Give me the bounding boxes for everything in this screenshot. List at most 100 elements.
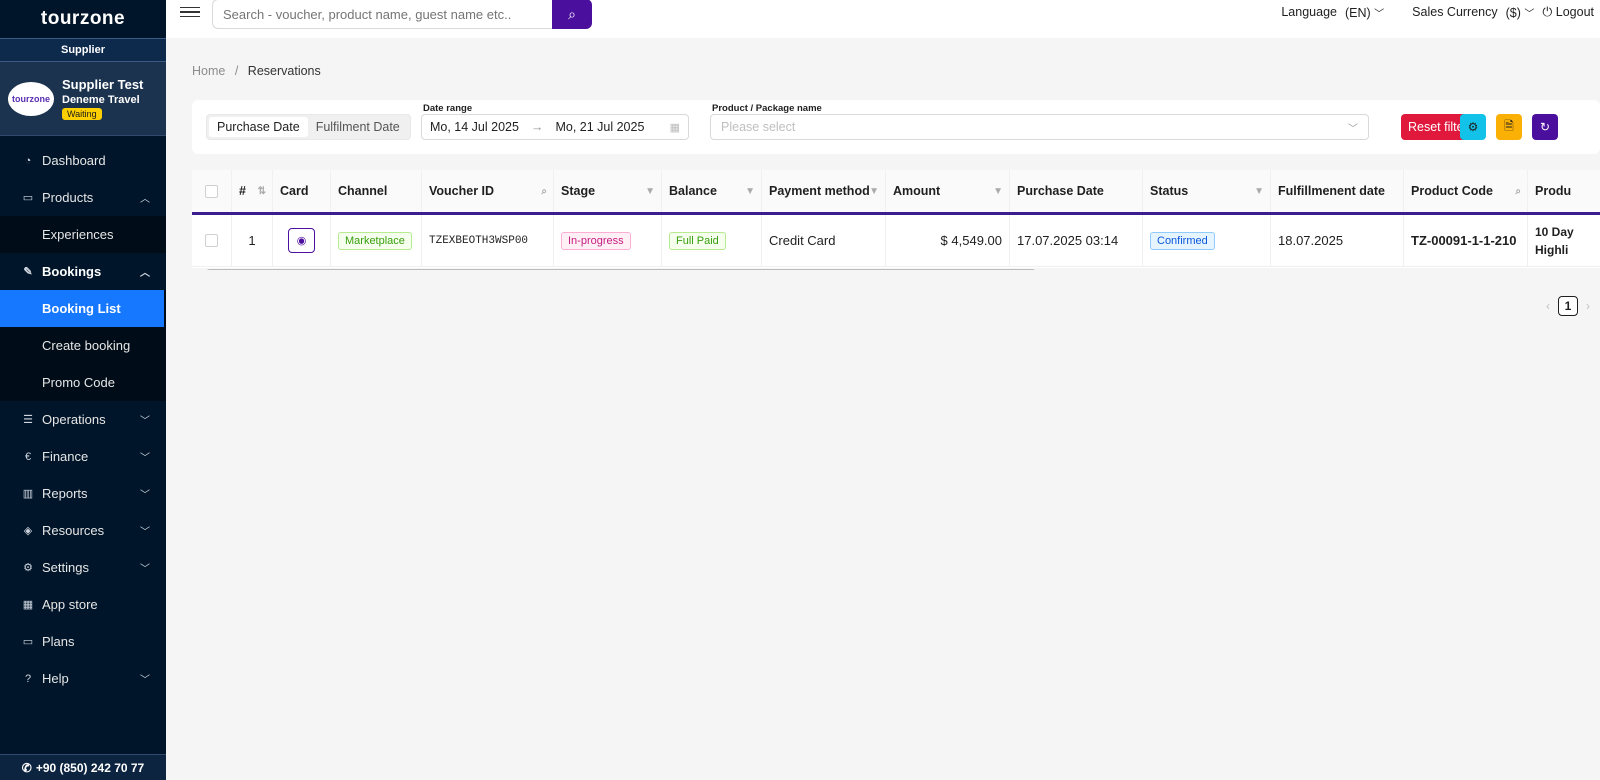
sidebar-item-reports[interactable]: ▥ Reports ﹀ [0,475,166,512]
row-product: 10 Day Highli [1528,215,1600,266]
row-purchase-date: 17.07.2025 03:14 [1010,215,1143,266]
sidebar-item-create-booking[interactable]: Create booking [0,327,166,364]
sidebar-item-finance[interactable]: € Finance ﹀ [0,438,166,475]
search-icon[interactable]: ⌕ [1515,186,1521,197]
sidebar-item-label: Finance [42,449,89,464]
sidebar-item-label: Help [42,671,69,686]
search-icon: ⌕ [568,5,576,22]
bookings-icon: ✎ [23,266,33,278]
eye-icon: ◉ [296,235,307,247]
role-label: Supplier [0,38,166,62]
search-icon[interactable]: ⌕ [541,186,547,197]
sidebar-item-label: Create booking [42,338,131,353]
filter-icon[interactable]: ▼ [645,186,655,197]
settings-icon: ⚙ [23,562,33,574]
col-label: Balance [669,184,717,198]
sidebar-item-products[interactable]: ▭ Products ︿ [0,179,166,216]
col-index[interactable]: # ⇅ [232,170,273,212]
scroll-right-icon[interactable]: ▶ [1591,268,1597,270]
sidebar-item-label: Booking List [42,301,121,316]
row-index: 1 [232,215,273,266]
col-label: Channel [338,184,388,198]
col-payment-method: Payment method ▼ [762,170,886,212]
sidebar-item-plans[interactable]: ▭ Plans [0,623,166,660]
support-phone[interactable]: ✆ +90 (850) 242 70 77 [0,754,166,780]
language-select[interactable]: (EN) ﹀ [1345,5,1384,20]
col-purchase-date: Purchase Date [1010,170,1143,212]
top-header: ⌕ Language (EN) ﹀ Sales Currency ($) ﹀ ⏻… [166,0,1600,38]
sidebar-item-app-store[interactable]: ▦ App store [0,586,166,623]
col-status: Status ▼ [1143,170,1271,212]
scroll-left-icon[interactable]: ◀ [195,268,201,270]
date-type-fulfilment[interactable]: Fulfilment Date [308,117,408,137]
logo[interactable]: tourzone [0,0,166,38]
col-card: Card [273,170,331,212]
language-label: Language [1281,5,1337,19]
logout-button[interactable]: ⏻ Logout [1542,5,1594,20]
sidebar-item-experiences[interactable]: Experiences [0,216,166,253]
help-icon: ? [24,672,32,685]
menu-collapse-icon[interactable] [180,2,200,22]
date-from[interactable]: Mo, 14 Jul 2025 [430,120,519,134]
sidebar-item-operations[interactable]: ☰ Operations ﹀ [0,401,166,438]
balance-tag: Full Paid [669,231,726,250]
sort-icon[interactable]: ⇅ [258,186,266,197]
row-fulfillment-date: 18.07.2025 [1271,215,1404,266]
profile-name: Supplier Test [62,77,144,92]
search-button[interactable]: ⌕ [552,0,592,29]
breadcrumb-home[interactable]: Home [192,64,225,78]
sidebar-item-label: Operations [42,412,106,427]
scroll-thumb[interactable] [206,269,1036,270]
col-label: Card [280,184,309,198]
date-to[interactable]: Mo, 21 Jul 2025 [555,120,644,134]
page-1[interactable]: 1 [1558,296,1578,316]
row-channel: Marketplace [331,215,422,266]
row-payment-method: Credit Card [762,215,886,266]
sidebar-item-bookings[interactable]: ✎ Bookings ︿ [0,253,166,290]
sidebar-item-label: Promo Code [42,375,115,390]
export-button[interactable]: 🗎 [1496,114,1522,140]
chevron-up-icon: ︿ [140,194,150,205]
filter-icon[interactable]: ▼ [993,186,1003,197]
search-input[interactable] [212,0,552,29]
table-settings-button[interactable]: ⚙ [1460,114,1486,140]
gear-icon: ⚙ [1467,120,1479,134]
col-amount: Amount ▼ [886,170,1010,212]
date-type-purchase[interactable]: Purchase Date [209,117,308,137]
filter-icon[interactable]: ▼ [745,186,755,197]
col-label: Fulfillmenent date [1278,184,1385,198]
product-select[interactable]: Please select ﹀ [710,114,1369,140]
dashboard-icon: ◔ [24,154,32,167]
sidebar-item-dashboard[interactable]: ◔ Dashboard [0,142,166,179]
refresh-button[interactable]: ↻ [1532,114,1558,140]
table-row[interactable]: 1 ◉ Marketplace TZEXBEOTH3WSP00 In-progr… [192,215,1600,267]
logout-icon: ⏻ [1542,4,1553,19]
sidebar-item-resources[interactable]: ◈ Resources ﹀ [0,512,166,549]
next-page-icon[interactable]: › [1586,299,1590,313]
row-voucher-id[interactable]: TZEXBEOTH3WSP00 [422,215,554,266]
col-product: Produ [1528,170,1600,212]
horizontal-scrollbar[interactable]: ◀ ▶ [192,268,1600,270]
currency-select[interactable]: ($) ﹀ [1506,5,1535,20]
sidebar-item-help[interactable]: ? Help ﹀ [0,660,166,697]
prev-page-icon[interactable]: ‹ [1546,299,1550,313]
profile-card[interactable]: tourzone Supplier Test Deneme Travel Wai… [0,62,166,136]
products-submenu: Experiences [0,216,166,253]
filter-icon[interactable]: ▼ [869,186,879,197]
view-card-button[interactable]: ◉ [288,228,315,253]
sidebar-item-booking-list[interactable]: Booking List [0,290,164,327]
finance-icon: € [24,450,32,463]
select-all-checkbox[interactable] [192,170,232,212]
col-label: Status [1150,184,1189,198]
date-range-picker[interactable]: Mo, 14 Jul 2025 → Mo, 21 Jul 2025 ▦ [421,114,689,140]
product-label: Product / Package name [712,103,822,114]
sidebar-item-label: Resources [42,523,105,538]
col-label: Payment method [769,184,870,198]
chevron-up-icon: ︿ [140,268,150,279]
reservations-table: # ⇅ Card Channel Voucher ID ⌕ Stage ▼ Balan… [192,170,1600,270]
filter-icon[interactable]: ▼ [1254,186,1264,197]
status-badge: Waiting [62,108,102,120]
row-checkbox[interactable] [192,215,232,266]
sidebar-item-promo-code[interactable]: Promo Code [0,364,166,401]
sidebar-item-settings[interactable]: ⚙ Settings ﹀ [0,549,166,586]
